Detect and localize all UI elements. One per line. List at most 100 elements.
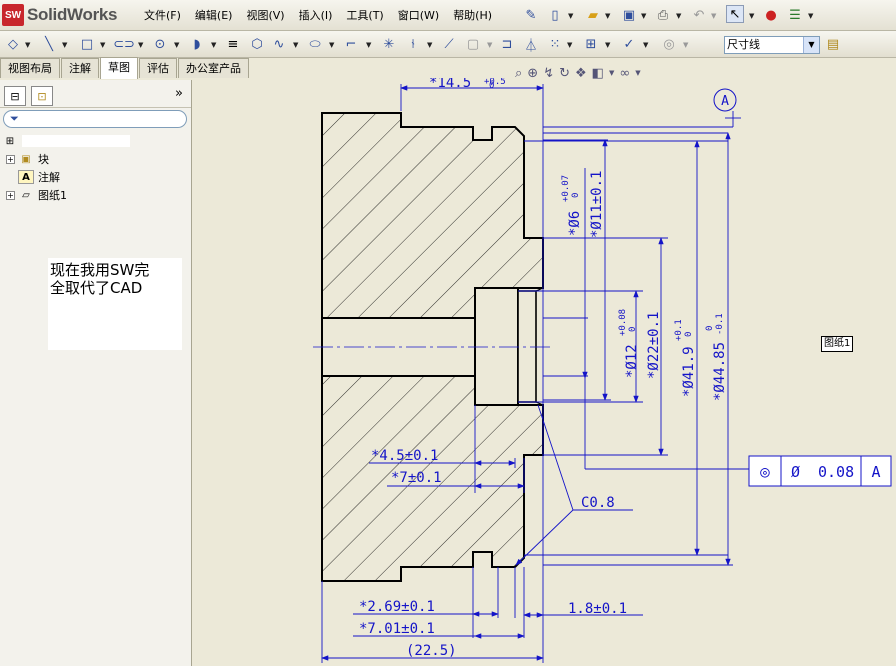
slot-tool-icon[interactable]: ⊂⊃ <box>113 35 135 53</box>
hide-show-icon[interactable]: ◧ <box>592 66 604 81</box>
sketch-entities-icon[interactable]: ⟋ <box>440 35 458 53</box>
chevron-down-icon[interactable]: ▼ <box>803 37 819 53</box>
options-icon[interactable]: ☰ <box>786 6 804 24</box>
undo-dropdown-icon[interactable]: ▼ <box>711 12 716 20</box>
tab-evaluate[interactable]: 评估 <box>139 58 177 78</box>
feature-tree-tab-icon[interactable]: ⊟ <box>4 86 26 106</box>
rebuild-traffic-light-icon[interactable]: ● <box>762 6 780 24</box>
print-icon[interactable]: ⎙ <box>654 6 672 24</box>
spline-tool-icon[interactable]: ∿ <box>270 35 288 53</box>
rectangle-dropdown-icon[interactable]: ▼ <box>100 41 105 49</box>
undo-icon[interactable]: ↶ <box>690 6 708 24</box>
tree-item-sheet1[interactable]: + ▱ 图纸1 <box>2 186 190 204</box>
arc-tool-icon[interactable]: ◗ <box>188 35 206 53</box>
new-document-icon[interactable]: ▯ <box>546 6 564 24</box>
new-dropdown-icon[interactable]: ▼ <box>568 12 573 20</box>
repair-sketch-icon[interactable]: ✓ <box>620 35 638 53</box>
display-style-icon[interactable]: ❖ <box>575 66 587 81</box>
tab-office-products[interactable]: 办公室产品 <box>178 58 249 78</box>
centerline-dropdown-icon[interactable]: ▼ <box>427 41 432 49</box>
dim-phi-44-85: *Ø44.85 <box>712 342 728 401</box>
offset-entities-icon[interactable]: ⊐ <box>498 35 516 53</box>
centerline-tool-icon[interactable]: ⫮ <box>404 35 422 53</box>
spline-dropdown-icon[interactable]: ▼ <box>293 41 298 49</box>
tree-item-blocks[interactable]: + ▣ 块 <box>2 150 190 168</box>
relations-dropdown-icon[interactable]: ▼ <box>605 41 610 49</box>
ellipse-tool-icon[interactable]: ⬭ <box>306 35 324 53</box>
tree-item-label: 注解 <box>38 171 60 184</box>
rectangle-tool-icon[interactable]: □ <box>78 35 96 53</box>
smart-dimension-icon[interactable]: ◇ <box>4 35 22 53</box>
slot-dropdown-icon[interactable]: ▼ <box>138 41 143 49</box>
repair-dropdown-icon[interactable]: ▼ <box>643 41 648 49</box>
line-dropdown-icon[interactable]: ▼ <box>62 41 67 49</box>
menu-edit[interactable]: 编辑(E) <box>189 7 241 23</box>
menu-help[interactable]: 帮助(H) <box>447 7 500 23</box>
quick-snaps-icon[interactable]: ◎ <box>660 35 678 53</box>
dimension-dropdown-icon[interactable]: ▼ <box>25 41 30 49</box>
pattern-dropdown-icon[interactable]: ▼ <box>567 41 572 49</box>
tab-sketch[interactable]: 草图 <box>100 57 138 79</box>
layer-properties-icon[interactable]: ▤ <box>824 35 842 53</box>
datum-symbol: A <box>713 88 737 112</box>
menu-list: 文件(F) 编辑(E) 视图(V) 插入(I) 工具(T) 窗口(W) 帮助(H… <box>138 7 500 23</box>
block-icon: ▣ <box>21 153 31 165</box>
dim-2-69: *2.69±0.1 <box>359 599 435 615</box>
tree-root[interactable]: ⊞ <box>2 132 190 150</box>
save-icon[interactable]: ▣ <box>620 6 638 24</box>
select-dropdown-icon[interactable]: ▼ <box>749 12 754 20</box>
fillet-dropdown-icon[interactable]: ▼ <box>366 41 371 49</box>
zoom-to-fit-icon[interactable]: ⌕ <box>515 66 522 81</box>
layer-select[interactable]: 尺寸线 ▼ <box>724 36 820 54</box>
tree-item-annotations[interactable]: A 注解 <box>2 168 190 186</box>
menu-bar: SW SolidWorks 文件(F) 编辑(E) 视图(V) 插入(I) 工具… <box>0 0 896 31</box>
appearance-icon[interactable]: ∞ <box>619 66 630 81</box>
menu-window[interactable]: 窗口(W) <box>392 7 447 23</box>
open-folder-icon[interactable]: ▰ <box>584 6 602 24</box>
snaps-dropdown-icon[interactable]: ▼ <box>683 41 688 49</box>
expand-panel-icon[interactable]: » <box>175 86 183 101</box>
menu-tools[interactable]: 工具(T) <box>340 7 391 23</box>
menu-view[interactable]: 视图(V) <box>240 7 292 23</box>
tree-filter-input[interactable]: ⏷ <box>3 110 187 128</box>
tab-view-layout[interactable]: 视图布局 <box>0 58 60 78</box>
appearance-dropdown-icon[interactable]: ▼ <box>635 69 640 77</box>
dim-phi-41-9: *Ø41.9 <box>681 346 697 397</box>
dim-1-8: 1.8±0.1 <box>568 601 627 617</box>
dim-phi-6-tol-lower: 0 <box>571 193 581 198</box>
fillet-tool-icon[interactable]: ⌐ <box>342 35 360 53</box>
mirror-entities-icon[interactable]: ⏃ <box>522 35 540 54</box>
circle-tool-icon[interactable]: ⊙ <box>151 35 169 53</box>
display-dropdown-icon[interactable]: ▼ <box>609 69 614 77</box>
previous-view-icon[interactable]: ↯ <box>543 66 554 81</box>
tab-annotation[interactable]: 注解 <box>61 58 99 78</box>
options-dropdown-icon[interactable]: ▼ <box>808 12 813 20</box>
expand-icon[interactable]: + <box>6 154 15 164</box>
save-dropdown-icon[interactable]: ▼ <box>641 12 646 20</box>
menu-file[interactable]: 文件(F) <box>138 7 189 23</box>
sheet-label[interactable]: 图纸1 <box>821 336 854 352</box>
display-relations-icon[interactable]: ⊞ <box>582 35 600 53</box>
select-arrow-icon[interactable]: ↖ <box>726 5 744 23</box>
linear-pattern-icon[interactable]: ⁙ <box>546 35 564 53</box>
open-dropdown-icon[interactable]: ▼ <box>605 12 610 20</box>
line-tool-icon[interactable]: ╲ <box>40 35 58 53</box>
logo-text: SolidWorks <box>27 5 118 24</box>
polygon-tool-icon[interactable]: ⬡ <box>248 35 266 53</box>
drawing-canvas[interactable]: A ◎ Ø 0.08 A *14.5 +0.5 0 *Ø6 +0.07 0 *Ø… <box>193 78 896 666</box>
convert-dropdown-icon[interactable]: ▼ <box>487 41 492 49</box>
convert-entities-icon[interactable]: ▢ <box>464 35 482 53</box>
expand-icon[interactable]: + <box>6 190 15 200</box>
rebuild-icon[interactable]: ↻ <box>559 66 570 81</box>
ellipse-dropdown-icon[interactable]: ▼ <box>329 41 334 49</box>
linetype-icon[interactable]: ≡ <box>224 35 242 53</box>
point-tool-icon[interactable]: ✳ <box>380 35 398 53</box>
menu-insert[interactable]: 插入(I) <box>293 7 341 23</box>
zoom-to-area-icon[interactable]: ⊕ <box>527 66 538 81</box>
circle-dropdown-icon[interactable]: ▼ <box>174 41 179 49</box>
arc-dropdown-icon[interactable]: ▼ <box>211 41 216 49</box>
print-dropdown-icon[interactable]: ▼ <box>676 12 681 20</box>
pin-icon[interactable]: ✎ <box>522 6 540 24</box>
property-tab-icon[interactable]: ⊡ <box>31 86 53 106</box>
dim-phi-6: *Ø6 <box>567 211 583 236</box>
